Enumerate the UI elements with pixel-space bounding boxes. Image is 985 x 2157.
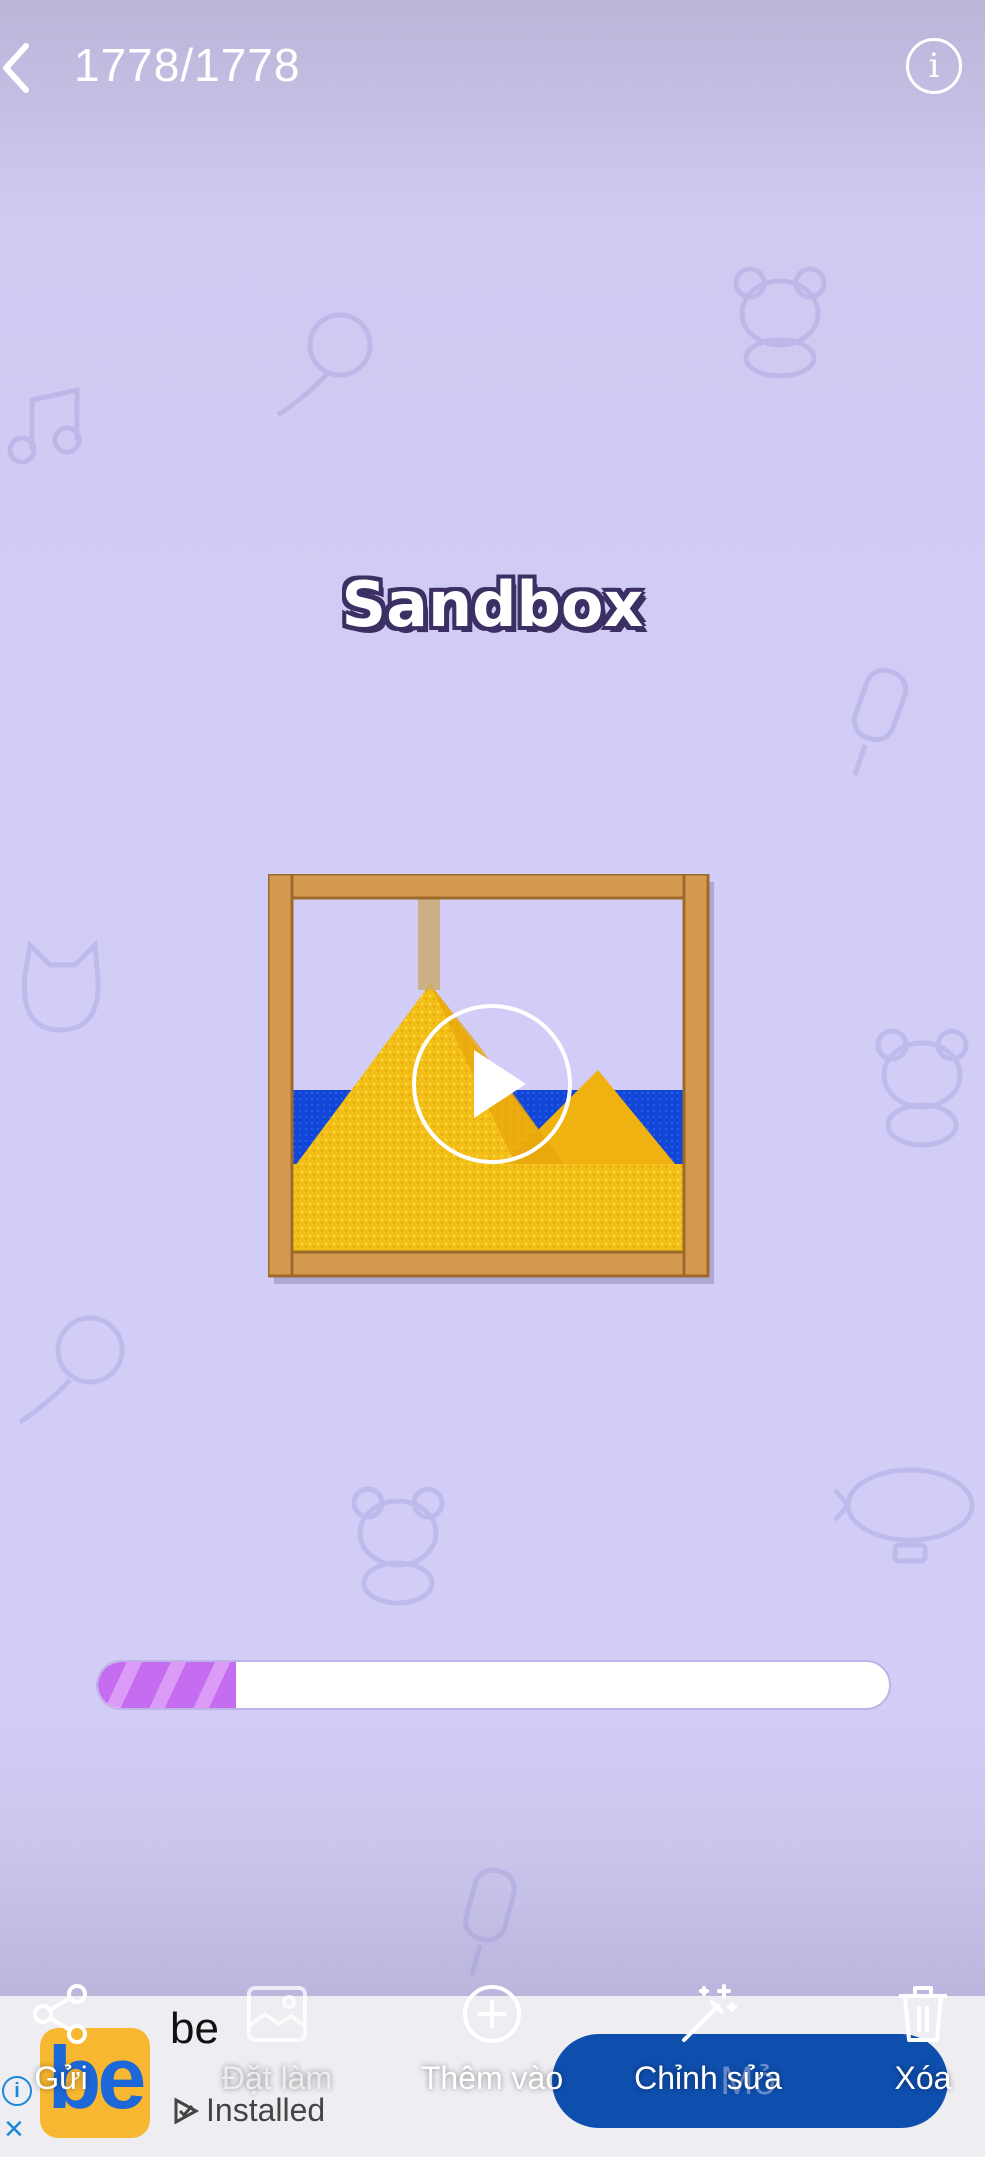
cat-doodle <box>21 939 101 1033</box>
add-to-label: Thêm vào <box>420 2060 564 2096</box>
airship-doodle <box>833 1467 975 1564</box>
add-circle-icon <box>463 1985 521 2043</box>
play-store-icon <box>174 2097 200 2125</box>
progress-fill <box>98 1662 237 1708</box>
ad-status-text: Installed <box>206 2092 326 2128</box>
balloon-doodle-2 <box>18 1315 125 1425</box>
share-button[interactable]: Gửi <box>0 1982 136 2097</box>
ad-install-status: Installed <box>172 2092 325 2129</box>
loading-progress-bar <box>96 1660 891 1710</box>
info-button[interactable]: i <box>906 38 962 94</box>
add-to-button[interactable]: Thêm vào <box>417 1982 567 2097</box>
edit-button[interactable]: Chỉnh sửa <box>633 1982 783 2097</box>
share-label: Gửi <box>34 2060 88 2096</box>
back-button[interactable] <box>0 38 40 98</box>
share-icon <box>33 1984 87 2044</box>
play-button[interactable] <box>412 1004 572 1164</box>
popsicle-doodle <box>851 667 909 776</box>
top-bar: 1778/1778 i <box>0 0 985 130</box>
ad-close-icon[interactable]: × <box>4 2112 24 2146</box>
set-as-button[interactable]: Đặt làm <box>202 1982 352 2097</box>
delete-button[interactable]: Xóa <box>848 1982 985 2097</box>
delete-label: Xóa <box>894 2060 952 2096</box>
bear-doodle-3 <box>351 1486 445 1606</box>
bear-doodle <box>733 266 827 378</box>
image-counter: 1778/1778 <box>74 39 301 91</box>
image-frame-icon <box>247 1986 307 2042</box>
bear-doodle-2 <box>875 1028 969 1148</box>
music-note-doodle <box>7 386 82 465</box>
play-icon <box>474 1050 526 1118</box>
trash-icon <box>899 1986 947 2042</box>
game-title: Sandbox <box>341 568 644 641</box>
edit-label: Chỉnh sửa <box>634 2060 782 2096</box>
set-as-label: Đặt làm <box>221 2060 333 2096</box>
popsicle-doodle-2 <box>463 1867 517 1976</box>
magic-wand-icon <box>682 1984 737 2042</box>
info-icon: i <box>928 46 940 86</box>
chevron-left-icon <box>3 43 29 93</box>
balloon-doodle <box>276 312 373 418</box>
